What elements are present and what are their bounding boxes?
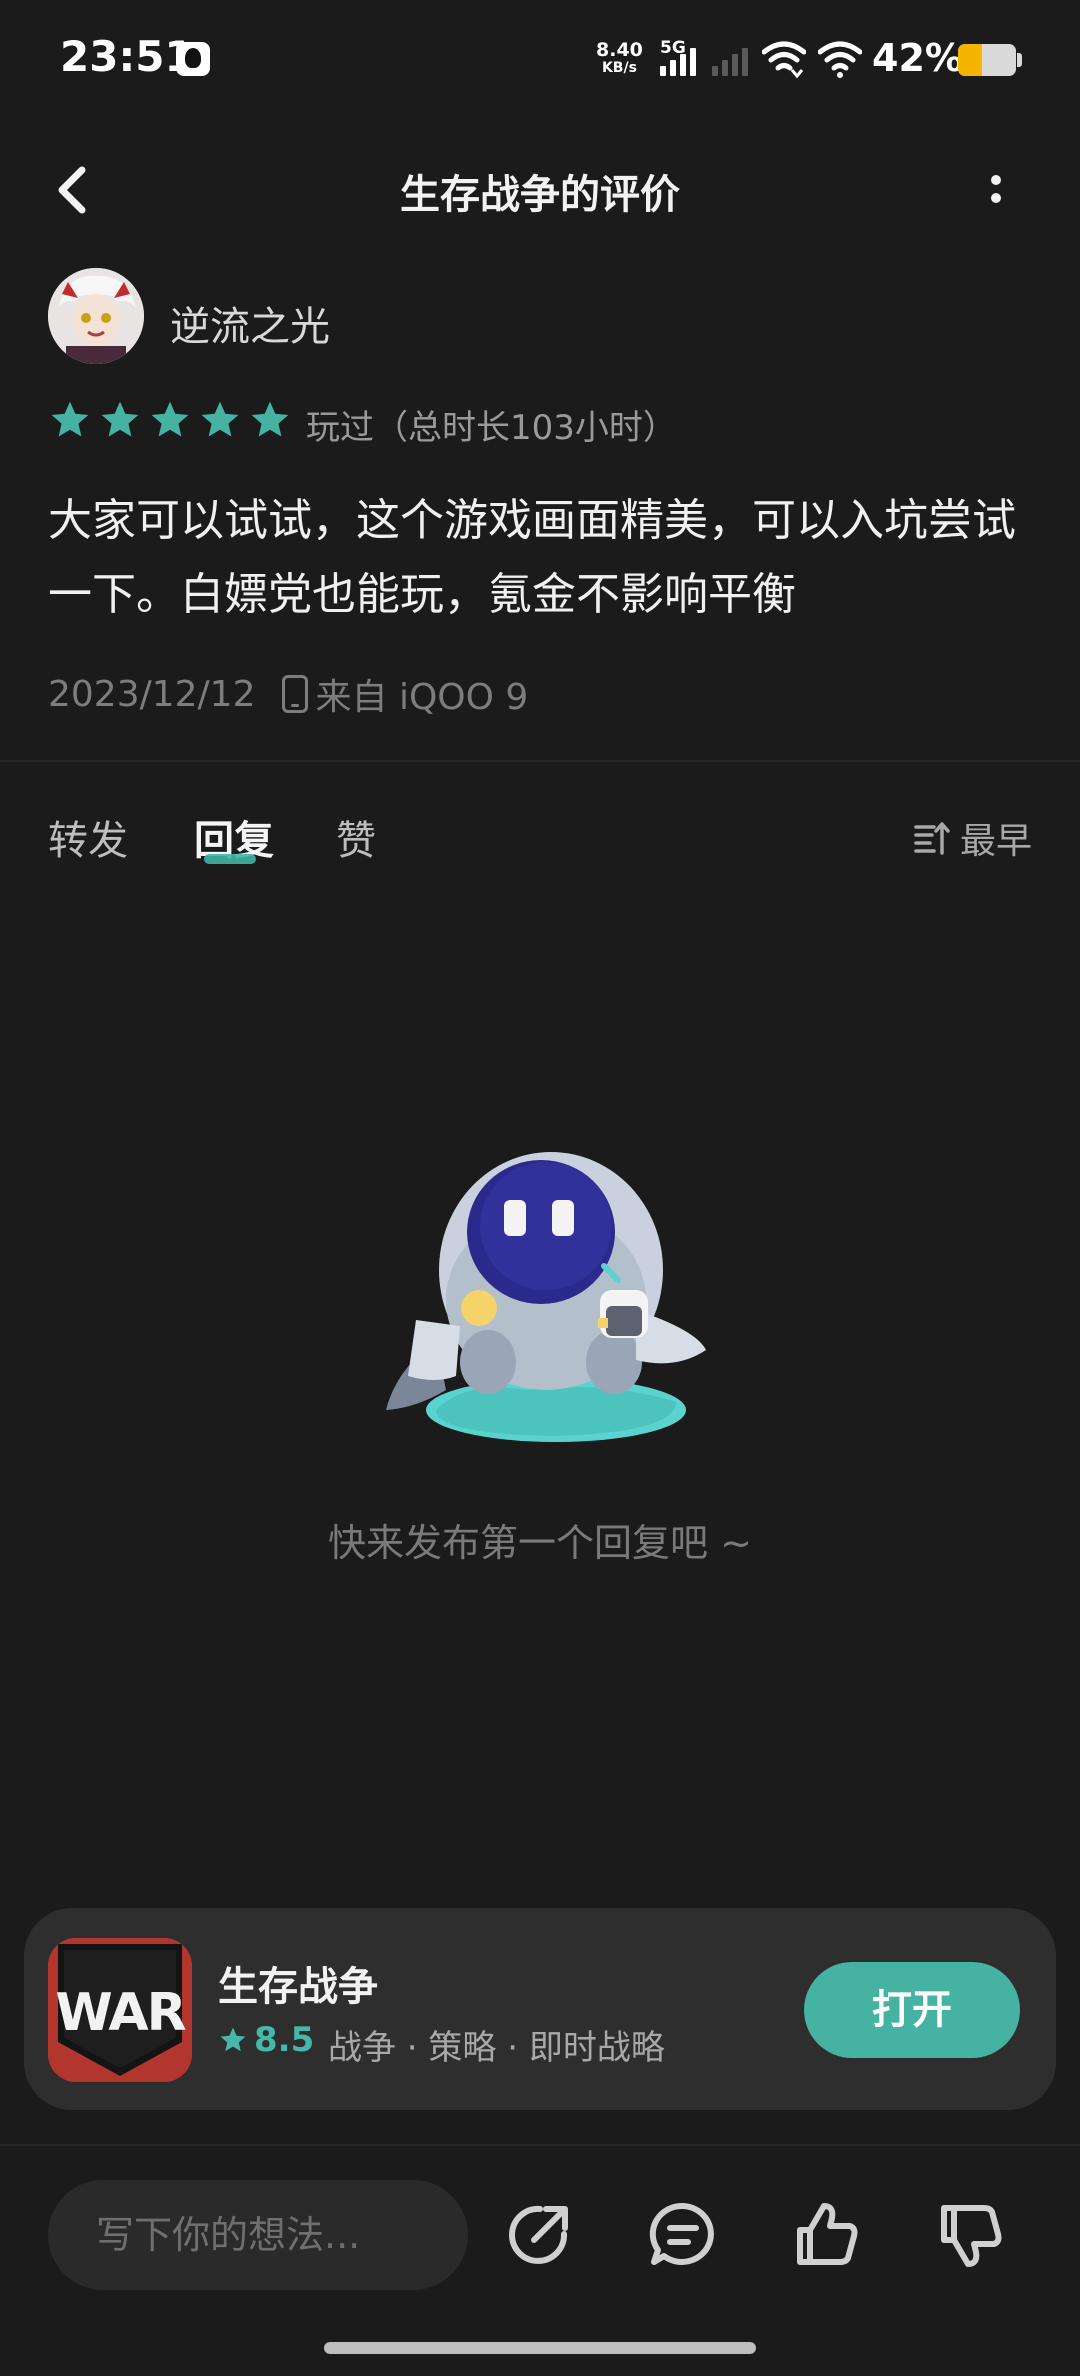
game-icon-text: WAR: [55, 1983, 185, 2043]
tab-like[interactable]: 赞: [336, 808, 376, 866]
thumbs-down-icon[interactable]: [936, 2200, 1006, 2270]
sort-button[interactable]: 最早: [914, 812, 1032, 864]
battery-percent: 42%: [872, 36, 963, 80]
battery-tip: [1017, 53, 1022, 67]
user-avatar[interactable]: [48, 268, 144, 364]
home-indicator[interactable]: [324, 2342, 756, 2354]
battery-icon: [958, 44, 1016, 76]
empty-state-text: 快来发布第一个回复吧 ~: [328, 1521, 752, 1565]
network-speed-value: 8.40: [596, 39, 643, 61]
more-options-icon[interactable]: [976, 160, 1016, 220]
game-app-icon[interactable]: WAR: [48, 1938, 192, 2082]
active-tab-indicator: [204, 854, 256, 864]
sort-icon: [914, 822, 950, 855]
star-icon: [251, 401, 289, 437]
network-speed-unit: KB/s: [601, 60, 637, 76]
star-icon: [201, 401, 239, 437]
star-icon: [151, 401, 189, 437]
wifi-icon: [818, 41, 862, 78]
star-icon: [101, 401, 139, 437]
game-card[interactable]: WAR 生存战争 8.5 战争 · 策略 · 即时战略 打开: [24, 1908, 1056, 2110]
game-name[interactable]: 生存战争: [218, 1954, 378, 2012]
share-icon[interactable]: [504, 2200, 574, 2270]
rating-star-icon: [220, 2027, 246, 2052]
game-tags: 战争 · 策略 · 即时战略: [328, 2028, 665, 2068]
status-time: 23:51: [60, 32, 194, 81]
signal-strength-icon: [660, 48, 696, 76]
section-divider: [0, 760, 1080, 762]
thumbs-up-icon[interactable]: [792, 2200, 862, 2270]
open-game-button[interactable]: 打开: [804, 1962, 1020, 2058]
page-title: 生存战争的评价: [400, 172, 680, 218]
tab-repost[interactable]: 转发: [48, 808, 128, 866]
review-username[interactable]: 逆流之光: [170, 294, 330, 352]
review-meta: 2023/12/12 来自 iQOO 9: [48, 668, 528, 720]
review-device: 来自 iQOO 9: [315, 677, 529, 718]
signal-strength-secondary-icon: [712, 48, 748, 76]
status-bar: 23:51 8.40 KB/s 5G 42%: [0, 0, 1080, 120]
sort-label: 最早: [959, 821, 1032, 862]
comment-input[interactable]: 写下你的想法...: [48, 2180, 468, 2290]
empty-state-mascot-illustration: [386, 1152, 706, 1442]
app-header: 生存战争的评价: [0, 120, 1080, 260]
game-rating-value: 8.5: [254, 2020, 315, 2060]
rating-stars: [48, 398, 292, 442]
phone-icon: [281, 675, 308, 713]
network-speed: 8.40 KB/s: [596, 40, 643, 76]
review-body: 大家可以试试，这个游戏画面精美，可以入坑尝试一下。白嫖党也能玩，氪金不影响平衡: [48, 495, 1016, 620]
bottom-divider: [0, 2144, 1080, 2146]
qq-notification-icon: [176, 42, 210, 76]
star-icon: [51, 401, 89, 437]
game-rating: 8.5: [218, 2020, 314, 2060]
review-date: 2023/12/12: [48, 673, 256, 715]
comment-icon[interactable]: [648, 2200, 718, 2270]
battery-level-fill: [958, 44, 983, 76]
wifi-calling-icon: [762, 41, 806, 79]
play-time: 玩过（总时长103小时）: [306, 408, 677, 448]
